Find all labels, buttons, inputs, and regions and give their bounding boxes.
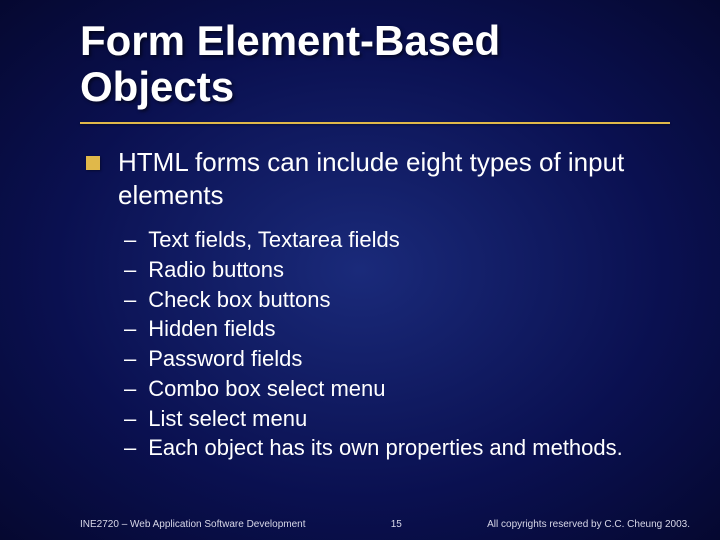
footer-page-number: 15 — [366, 519, 426, 530]
title-underline — [80, 122, 670, 124]
footer-copyright: All copyrights reserved by C.C. Cheung 2… — [487, 519, 690, 530]
sub-bullet-item: – Check box buttons — [124, 285, 670, 315]
sub-bullet-text: Text fields, Textarea fields — [148, 225, 400, 255]
dash-icon: – — [124, 225, 136, 255]
sub-bullet-item: – Radio buttons — [124, 255, 670, 285]
dash-icon: – — [124, 285, 136, 315]
bullet-level1-text: HTML forms can include eight types of in… — [118, 146, 670, 211]
sub-bullet-text: Radio buttons — [148, 255, 284, 285]
slide-footer: INE2720 – Web Application Software Devel… — [0, 519, 720, 530]
title-line-2: Objects — [80, 63, 234, 110]
sub-bullet-item: – Each object has its own properties and… — [124, 433, 670, 463]
sub-bullet-text: Combo box select menu — [148, 374, 385, 404]
dash-icon: – — [124, 433, 136, 463]
sub-bullet-text: List select menu — [148, 404, 307, 434]
slide-body: HTML forms can include eight types of in… — [80, 146, 670, 463]
sub-bullet-item: – Combo box select menu — [124, 374, 670, 404]
bullet-level1: HTML forms can include eight types of in… — [86, 146, 670, 211]
dash-icon: – — [124, 314, 136, 344]
sub-bullet-text: Password fields — [148, 344, 302, 374]
sub-bullet-text: Check box buttons — [148, 285, 330, 315]
dash-icon: – — [124, 374, 136, 404]
slide-title: Form Element-Based Objects — [80, 18, 670, 110]
dash-icon: – — [124, 344, 136, 374]
dash-icon: – — [124, 255, 136, 285]
footer-course: INE2720 – Web Application Software Devel… — [80, 519, 306, 530]
sub-bullet-text: Hidden fields — [148, 314, 275, 344]
slide: Form Element-Based Objects HTML forms ca… — [0, 0, 720, 540]
sub-bullet-text: Each object has its own properties and m… — [148, 433, 623, 463]
sub-bullet-list: – Text fields, Textarea fields – Radio b… — [86, 225, 670, 463]
sub-bullet-item: – Text fields, Textarea fields — [124, 225, 670, 255]
sub-bullet-item: – Hidden fields — [124, 314, 670, 344]
dash-icon: – — [124, 404, 136, 434]
square-bullet-icon — [86, 156, 100, 170]
sub-bullet-item: – List select menu — [124, 404, 670, 434]
sub-bullet-item: – Password fields — [124, 344, 670, 374]
title-line-1: Form Element-Based — [80, 17, 500, 64]
